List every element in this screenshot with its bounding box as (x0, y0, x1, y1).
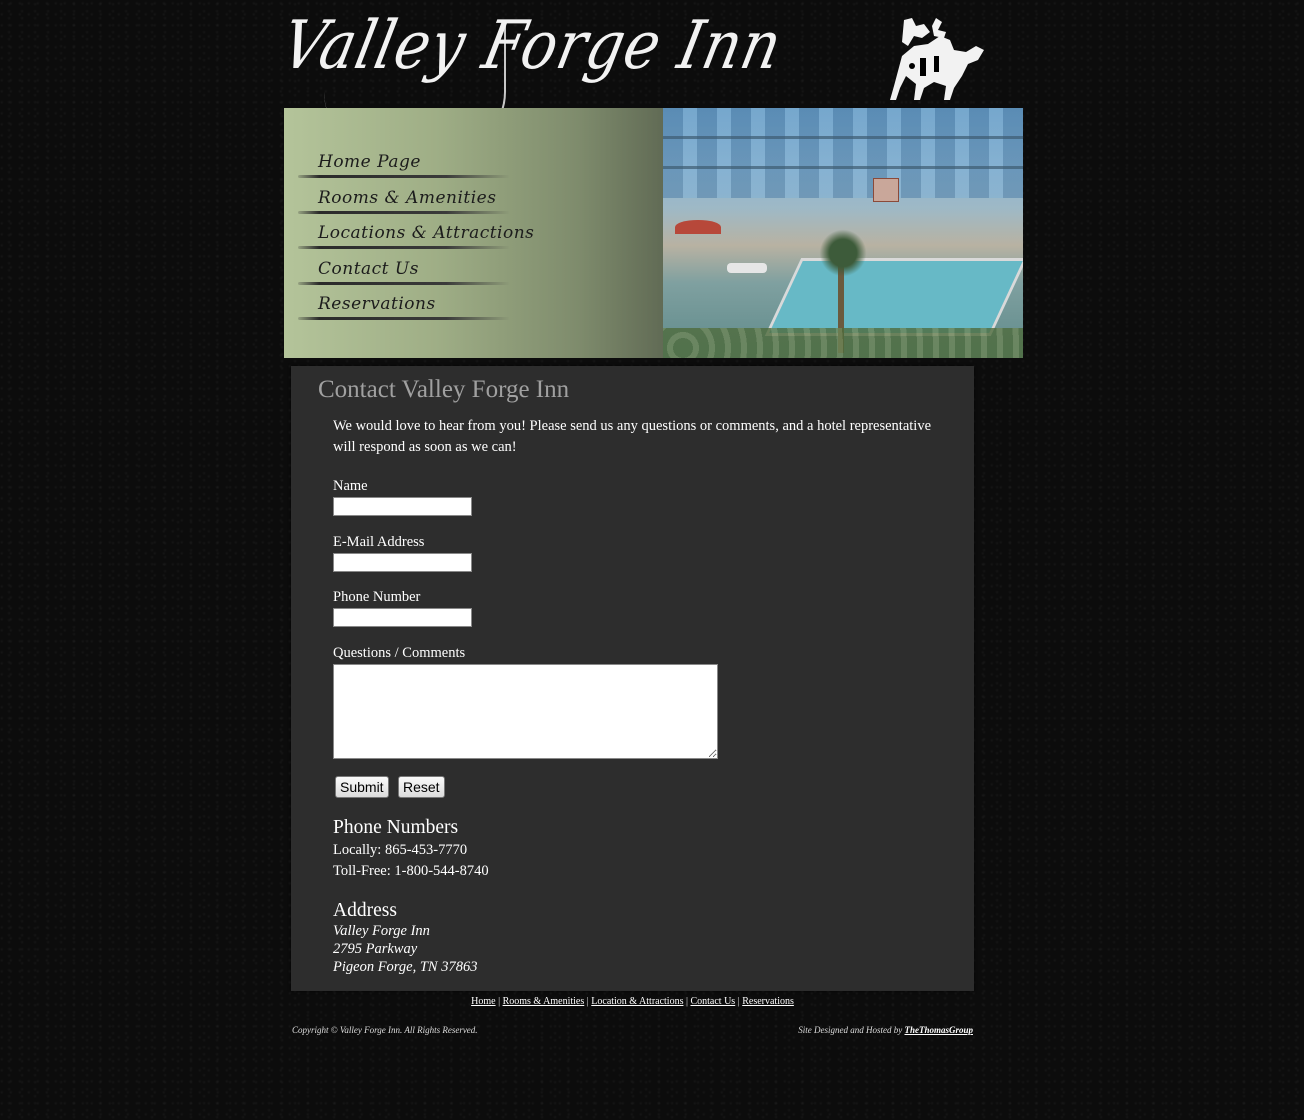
nav-reservations[interactable]: Reservations (298, 288, 510, 322)
site-header: Valley Forge Inn (275, 0, 1023, 152)
balcony-rail (663, 136, 1023, 139)
name-field[interactable] (333, 497, 472, 516)
phone-tollfree: Toll-Free: 1-800-544-8740 (333, 863, 489, 879)
phone-local: Locally: 865-453-7770 (333, 842, 468, 858)
building-facade (663, 108, 1023, 198)
intro-text: We would love to hear from you! Please s… (333, 418, 932, 455)
hotel-sign (873, 178, 899, 202)
balcony-rail (663, 166, 1023, 169)
nav-rooms-amenities[interactable]: Rooms & Amenities (298, 182, 510, 216)
reset-button[interactable]: Reset (398, 776, 445, 798)
credit-link[interactable]: TheThomasGroup (904, 1025, 973, 1035)
footer-link-reservations[interactable]: Reservations (742, 996, 794, 1007)
umbrella (675, 220, 721, 234)
main-nav: Home Page Rooms & Amenities Locations & … (284, 108, 663, 358)
copyright: Copyright © Valley Forge Inn. All Rights… (292, 1025, 478, 1035)
phone-field[interactable] (333, 608, 472, 627)
palm-fronds (813, 228, 873, 278)
footer-nav: Home | Rooms & Amenities | Location & At… (0, 996, 1265, 1007)
pool (764, 258, 1023, 336)
footer-separator: | (737, 996, 740, 1007)
page-title: Contact Valley Forge Inn (318, 376, 570, 403)
horse-rider-logo-icon (890, 18, 984, 100)
address-line-2: 2795 Parkway (333, 941, 418, 957)
site-logo[interactable]: Valley Forge Inn (275, 6, 789, 84)
content-panel: Contact Valley Forge Inn We would love t… (291, 366, 974, 991)
address-line-1: Valley Forge Inn (333, 923, 430, 939)
nav-home[interactable]: Home Page (298, 146, 510, 180)
credit-prefix: Site Designed and Hosted by (798, 1025, 903, 1035)
email-field[interactable] (333, 553, 472, 572)
phone-label: Phone Number (333, 589, 421, 605)
nav-locations-attractions[interactable]: Locations & Attractions (298, 217, 534, 251)
address-line-3: Pigeon Forge, TN 37863 (333, 959, 478, 975)
footer-separator: | (586, 996, 589, 1007)
submit-button[interactable]: Submit (335, 776, 389, 798)
footer-link-home[interactable]: Home (471, 996, 495, 1007)
footer-link-location[interactable]: Location & Attractions (591, 996, 683, 1007)
name-label: Name (333, 478, 368, 494)
phone-numbers-heading: Phone Numbers (333, 817, 459, 838)
site-credit: Site Designed and Hosted by TheThomasGro… (798, 1025, 973, 1035)
email-label: E-Mail Address (333, 534, 425, 550)
nav-contact-us[interactable]: Contact Us (298, 253, 510, 287)
comments-field[interactable] (333, 664, 718, 759)
hotel-photo (663, 108, 1023, 358)
address-heading: Address (333, 900, 397, 921)
car (727, 263, 767, 273)
footer-separator: | (685, 996, 688, 1007)
banner: Home Page Rooms & Amenities Locations & … (284, 108, 1023, 358)
footer-separator: | (498, 996, 501, 1007)
footer-link-rooms[interactable]: Rooms & Amenities (503, 996, 585, 1007)
footer-link-contact[interactable]: Contact Us (690, 996, 735, 1007)
shrubbery (663, 328, 1023, 358)
comments-label: Questions / Comments (333, 645, 466, 661)
